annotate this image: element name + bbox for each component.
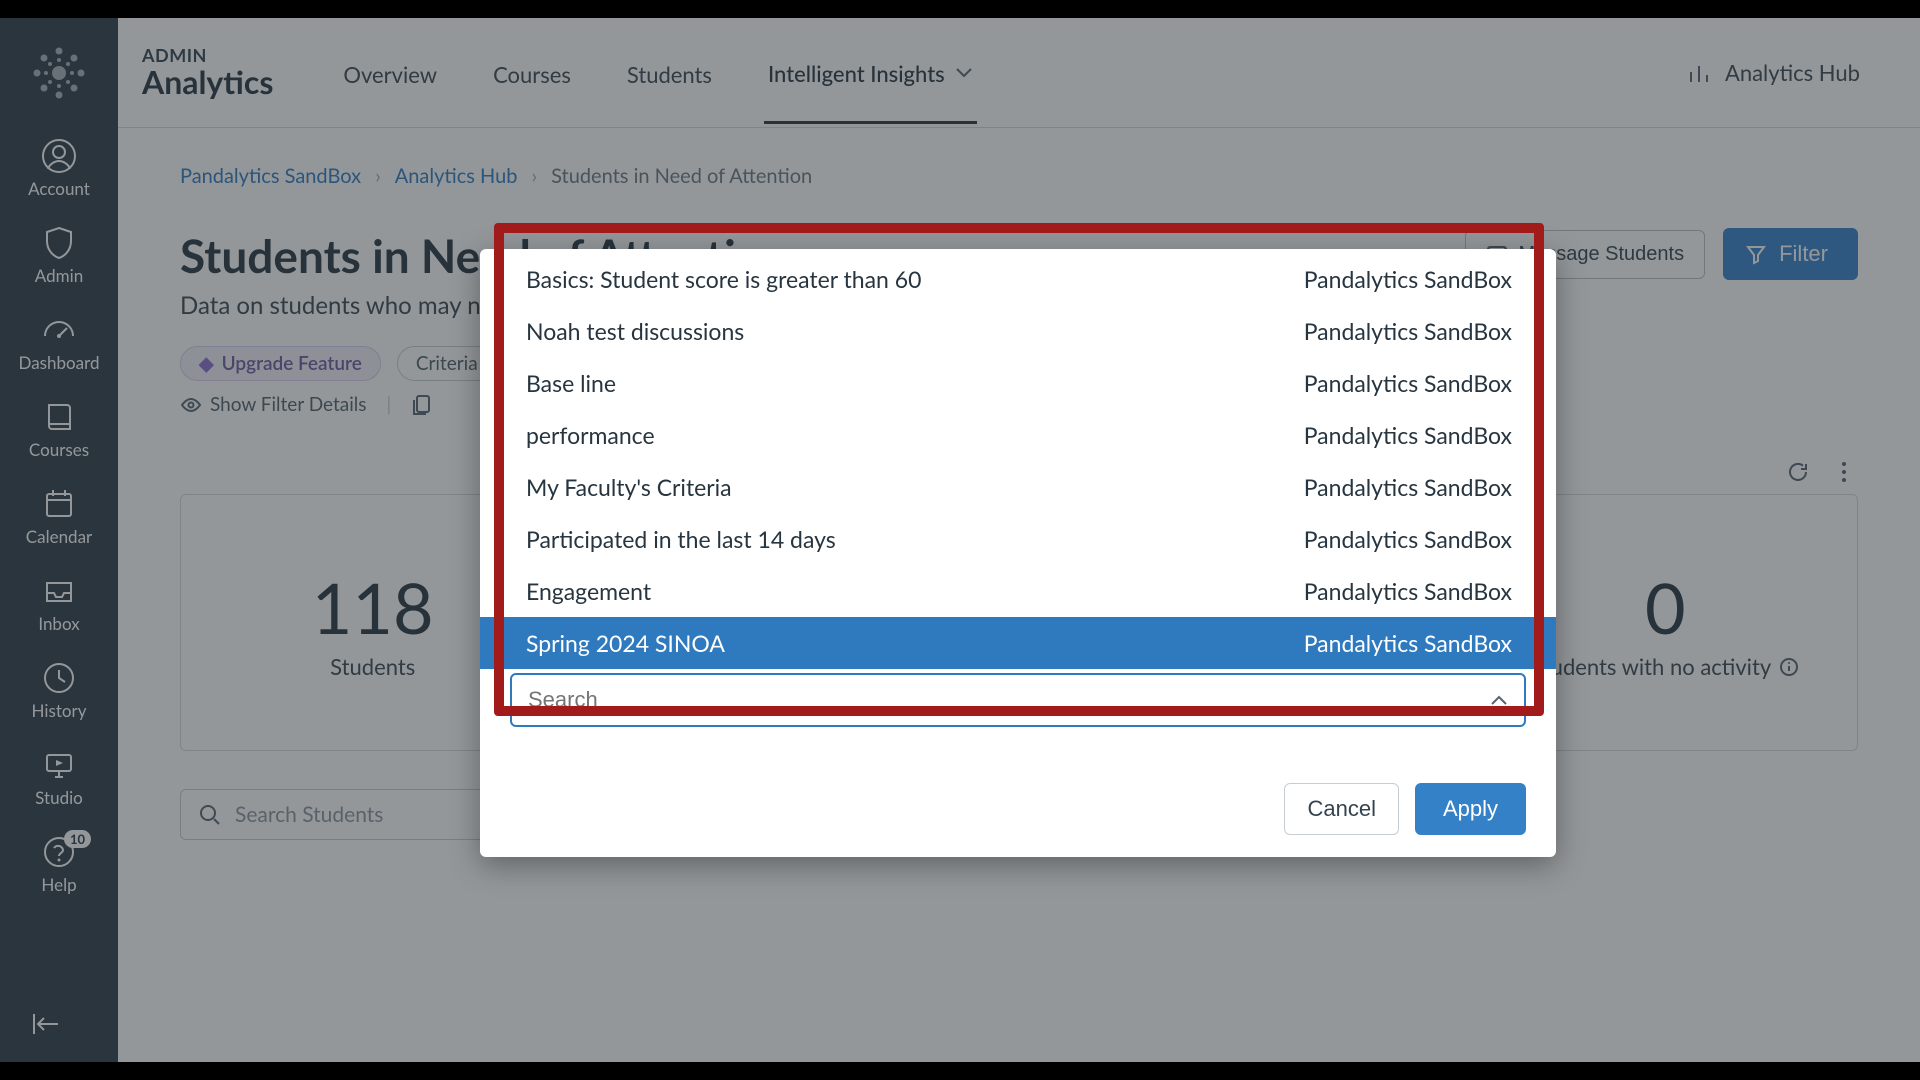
criteria-option[interactable]: Base line Pandalytics SandBox [480,357,1556,409]
option-account: Pandalytics SandBox [1304,265,1512,293]
criteria-search[interactable] [510,673,1526,727]
criteria-option[interactable]: Noah test discussions Pandalytics SandBox [480,305,1556,357]
option-label: Engagement [526,577,651,605]
option-label: Participated in the last 14 days [526,525,836,553]
option-account: Pandalytics SandBox [1304,629,1512,657]
chevron-up-icon[interactable] [1490,694,1508,706]
option-label: Base line [526,369,616,397]
criteria-option[interactable]: performance Pandalytics SandBox [480,409,1556,461]
option-account: Pandalytics SandBox [1304,369,1512,397]
option-account: Pandalytics SandBox [1304,317,1512,345]
option-account: Pandalytics SandBox [1304,421,1512,449]
apply-button[interactable]: Apply [1415,783,1526,835]
cancel-button[interactable]: Cancel [1284,783,1398,835]
option-account: Pandalytics SandBox [1304,577,1512,605]
option-label: My Faculty's Criteria [526,473,732,501]
option-label: performance [526,421,655,449]
criteria-option[interactable]: Basics: Student score is greater than 60… [480,253,1556,305]
option-label: Noah test discussions [526,317,744,345]
criteria-option[interactable]: Engagement Pandalytics SandBox [480,565,1556,617]
criteria-option[interactable]: Participated in the last 14 days Pandalyt… [480,513,1556,565]
criteria-option[interactable]: My Faculty's Criteria Pandalytics SandBox [480,461,1556,513]
criteria-search-input[interactable] [528,687,1490,713]
criteria-option-selected[interactable]: Spring 2024 SINOA Pandalytics SandBox [480,617,1556,669]
option-label: Basics: Student score is greater than 60 [526,265,921,293]
criteria-modal: Basics: Student score is greater than 60… [480,249,1556,857]
criteria-option-list: Basics: Student score is greater than 60… [480,249,1556,669]
option-account: Pandalytics SandBox [1304,525,1512,553]
option-label: Spring 2024 SINOA [526,629,725,657]
option-account: Pandalytics SandBox [1304,473,1512,501]
